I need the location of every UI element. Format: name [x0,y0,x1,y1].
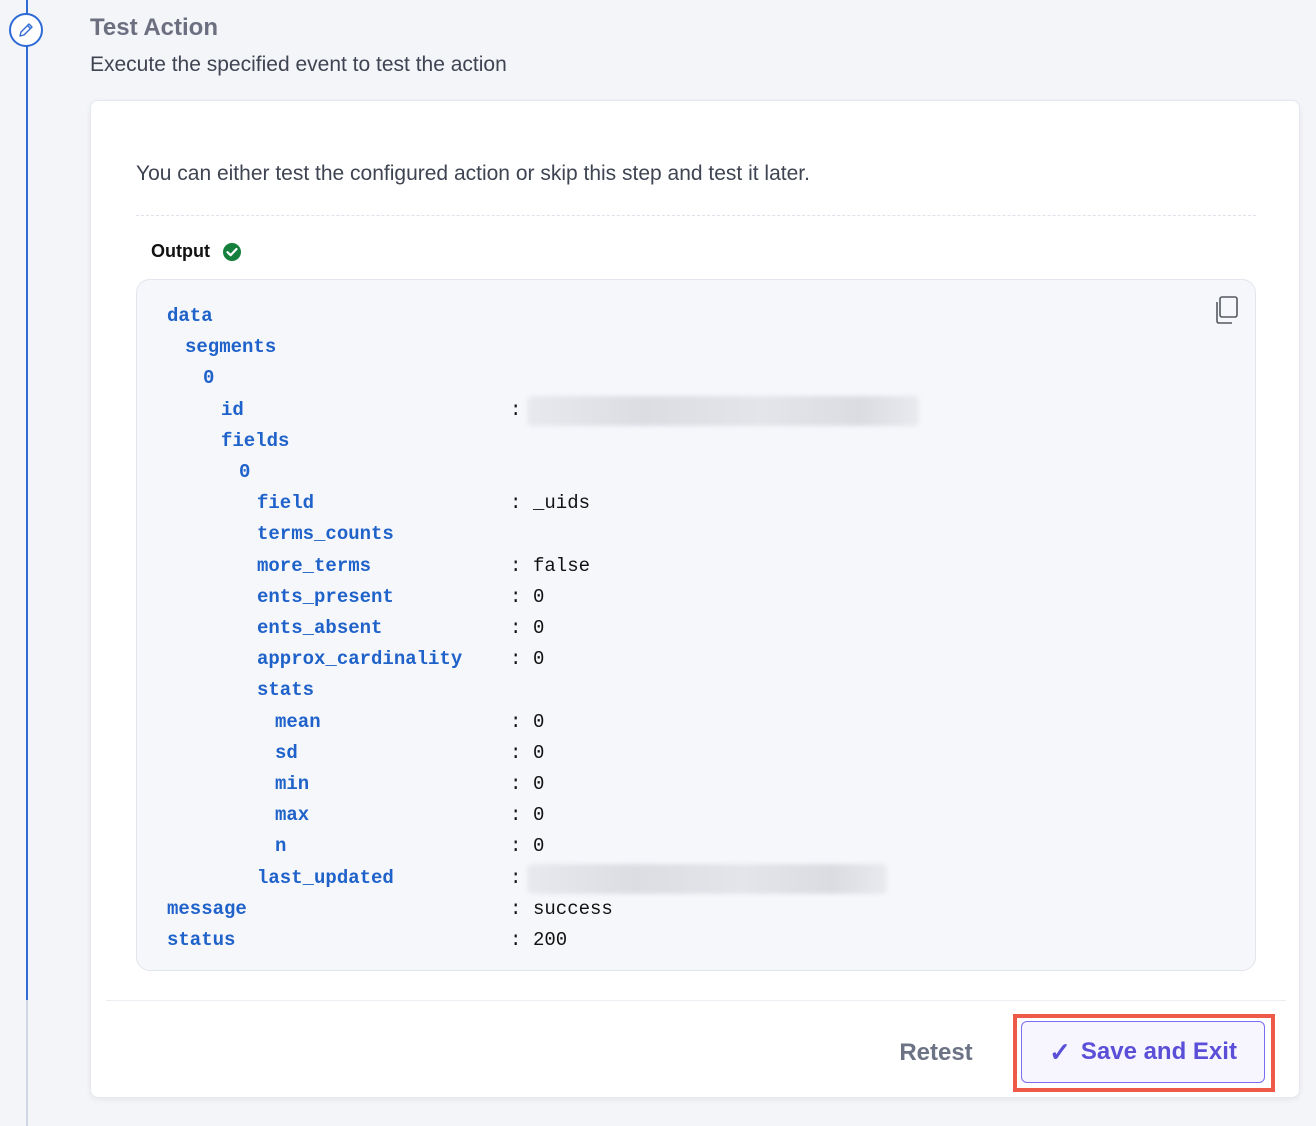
output-separator: : [510,710,522,733]
output-key: id [221,398,244,421]
output-separator: : [510,835,522,858]
step-title: Test Action [90,14,219,41]
output-row: stats [167,675,1227,706]
output-key: ents_absent [257,617,383,639]
output-separator: : [510,585,522,608]
save-and-exit-button[interactable]: ✓ Save and Exit [1021,1021,1265,1083]
output-separator: : [510,866,522,889]
output-key: fields [221,429,290,452]
output-row: data [167,301,1227,332]
step-description: Execute the specified event to test the … [90,53,507,76]
divider [136,215,1256,216]
output-row: more_terms: false [167,551,1227,582]
output-key: 0 [203,367,215,390]
output-row: last_updated: [167,863,1227,894]
output-value: 0 [533,710,545,733]
check-circle-icon [222,242,241,261]
output-row: mean:0 [167,707,1227,738]
output-value: 0 [533,835,545,858]
checkmark-icon: ✓ [1049,1036,1071,1067]
output-row: ents_present:0 [167,582,1227,613]
output-row: ents_absent:0 [167,613,1227,644]
output-label: Output [151,241,210,261]
redacted-value [527,863,887,894]
output-row: max:0 [167,800,1227,831]
output-key: last_updated [257,866,394,889]
card-intro-text: You can either test the configured actio… [136,162,810,185]
test-action-card: You can either test the configured actio… [90,100,1300,1098]
output-value: 0 [533,617,545,639]
output-separator: : [510,648,522,671]
timeline-line [26,0,28,1126]
output-row: n:0 [167,831,1227,862]
output-key: n [275,835,287,858]
output-row: fields [167,426,1227,457]
output-row: status:200 [167,925,1227,956]
output-separator: : [510,741,522,764]
output-key: mean [275,710,321,733]
output-row: sd:0 [167,738,1227,769]
output-row: 0 [167,363,1227,394]
output-value: 0 [533,648,545,671]
output-key: 0 [239,461,251,483]
redacted-value [527,395,919,426]
output-value: success [533,897,613,920]
output-separator: : [510,897,522,920]
output-value: false [533,554,591,577]
output-row: approx_cardinality:0 [167,644,1227,675]
footer-divider [106,1000,1286,1001]
output-row: field: _uids [167,488,1227,519]
save-and-exit-label: Save and Exit [1080,1038,1237,1065]
pencil-icon [9,13,43,47]
output-separator: : [510,492,522,515]
output-key: field [257,492,315,515]
output-row: 0 [167,457,1227,488]
output-code-block: data segments 0 id: fields 0 field: _uids terms_… [136,279,1256,971]
output-key: approx_cardinality [257,648,463,671]
output-value: 0 [533,804,545,827]
output-value: _uids [533,492,591,515]
output-key: data [167,305,213,327]
output-header: Output [151,241,242,262]
output-separator: : [510,554,522,577]
output-key: stats [257,679,315,702]
retest-button[interactable]: Retest [881,1033,991,1073]
output-key: ents_present [257,585,394,608]
output-key: message [167,897,247,920]
output-key: max [275,804,310,827]
output-row: segments [167,332,1227,363]
timeline-line-lower [26,1000,28,1126]
output-separator: : [510,773,522,795]
output-key: status [167,929,236,951]
output-value: 0 [533,741,545,764]
output-separator: : [510,617,522,639]
output-row: message: success [167,894,1227,925]
output-row: min:0 [167,769,1227,800]
output-value: 200 [533,929,568,951]
output-key: segments [185,336,277,359]
output-separator: : [510,804,522,827]
output-key: min [275,773,310,795]
output-separator: : [510,398,522,421]
output-row: terms_counts [167,519,1227,550]
output-key: terms_counts [257,523,394,546]
output-row: id: [167,395,1227,426]
output-value: 0 [533,773,545,795]
output-value: 0 [533,585,545,608]
output-key: more_terms [257,554,372,577]
output-separator: : [510,929,522,951]
output-key: sd [275,741,298,764]
